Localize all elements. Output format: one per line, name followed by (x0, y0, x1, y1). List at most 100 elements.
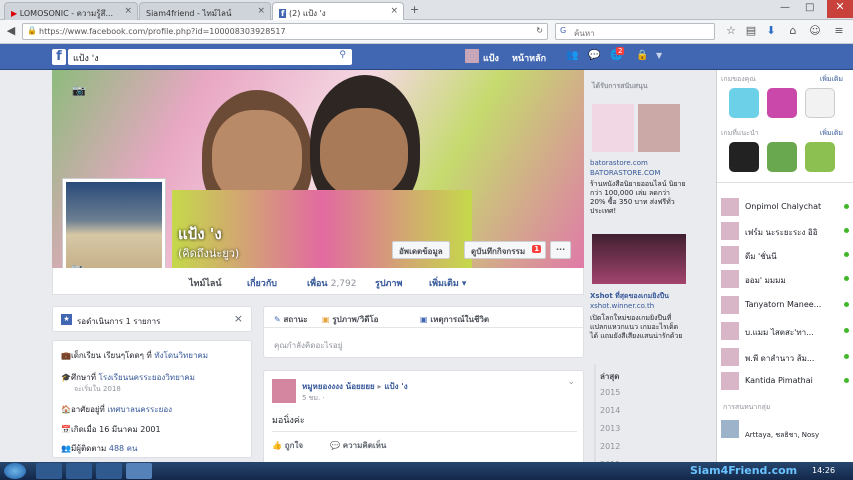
more-options-button[interactable]: ··· (550, 241, 572, 259)
maximize-icon[interactable]: □ (805, 2, 814, 13)
new-tab-icon[interactable]: + (410, 3, 419, 16)
game-tictactoe-icon[interactable] (805, 88, 835, 118)
game-suggest-icon[interactable] (805, 142, 835, 172)
chat-icon[interactable]: ☺ (808, 24, 822, 38)
chat-contact[interactable]: ดีม 'ชั่นนี (721, 246, 849, 266)
tab-close-icon[interactable]: × (124, 6, 132, 16)
chat-contact[interactable]: เฟร์ม นะระยะระง อิอิ (721, 222, 849, 242)
ad1-title[interactable]: BATORASTORE.COM (590, 169, 686, 178)
back-icon[interactable]: ◀ (4, 24, 18, 38)
year-link[interactable]: 2014 (600, 406, 620, 415)
address-bar[interactable]: 🔒 https://www.facebook.com/profile.php?i… (22, 23, 548, 40)
composer-tab-label: สถานะ (283, 315, 308, 324)
messages-icon[interactable]: 💬 (588, 50, 600, 61)
tab-timeline[interactable]: ไทม์ไลน์ (189, 276, 222, 290)
chat-contact[interactable]: พ.พี ดาสำนาว ส้ม... (721, 348, 849, 368)
year-link[interactable]: 2015 (600, 388, 620, 397)
post-target[interactable]: แป้ง 'ง (384, 382, 407, 391)
like-button[interactable]: 👍 ถูกใจ (272, 439, 303, 452)
nav-profile-link[interactable]: แป้ง (483, 51, 499, 65)
close-window-icon[interactable]: ✕ (827, 0, 853, 18)
minimize-icon[interactable]: — (780, 2, 790, 13)
year-link[interactable]: 2013 (600, 424, 620, 433)
browser-tab-lomosonic[interactable]: ▶ LOMOSONIC - ความรู้สึ... × (4, 2, 138, 20)
activity-log-button[interactable]: ดูบันทึกกิจกรรม 1 (464, 241, 547, 259)
group-chat[interactable]: Arttaya, ชลธิชา, Nosy (721, 420, 849, 440)
clipboard-icon[interactable]: ▤ (744, 24, 758, 38)
game-agario-icon[interactable] (729, 88, 759, 118)
profile-picture[interactable]: 📷 (62, 178, 166, 282)
composer-tab-status[interactable]: ✎ สถานะ (274, 313, 307, 326)
chat-contact[interactable]: Onpimol Chalychat (721, 198, 849, 218)
close-icon[interactable]: × (234, 312, 243, 325)
intro-link[interactable]: เทศบาลนครระยอง (107, 405, 172, 414)
pending-items-box[interactable]: ★ รอดำเนินการ 1 รายการ × (52, 306, 252, 332)
ad1-domain[interactable]: batorastore.com (590, 159, 686, 168)
update-info-button[interactable]: อัพเดตข้อมูล (392, 241, 450, 259)
games-more-link[interactable]: เพิ่มเติม (820, 74, 843, 85)
intro-link[interactable]: โรงเรียนนครระยองวิทยาคม (99, 373, 195, 382)
game-touch-icon[interactable] (767, 88, 797, 118)
intro-link[interactable]: 488 คน (109, 444, 138, 453)
game-suggest-icon[interactable] (729, 142, 759, 172)
activity-log-label: ดูบันทึกกิจกรรม (471, 247, 526, 256)
composer-input[interactable]: คุณกำลังคิดอะไรอยู่ (274, 339, 342, 352)
firefox-taskbar-icon[interactable] (126, 463, 152, 479)
year-link[interactable]: 2012 (600, 442, 620, 451)
star-icon[interactable]: ☆ (724, 24, 738, 38)
tab-close-icon[interactable]: × (257, 6, 265, 16)
game-suggest-icon[interactable] (767, 142, 797, 172)
nav-home-link[interactable]: หน้าหลัก (512, 51, 546, 65)
friend-requests-icon[interactable]: 👥 (566, 50, 578, 61)
windows-start-icon[interactable] (4, 463, 26, 479)
tab-more[interactable]: เพิ่มเติม ▾ (429, 276, 466, 290)
year-link[interactable]: ล่าสุด (600, 370, 619, 383)
sponsored-header: ได้รับการสนับสนุน (592, 82, 648, 90)
clock[interactable]: 14:26 (812, 466, 835, 475)
tab-friends[interactable]: เพื่อน 2,792 (307, 276, 356, 290)
media-taskbar-icon[interactable] (96, 463, 122, 479)
download-icon[interactable]: ⬇ (764, 24, 778, 38)
search-icon[interactable]: ⚲ (339, 50, 346, 60)
post-time[interactable]: 5 ชม. · (302, 393, 325, 404)
home-icon[interactable]: ⌂ (786, 24, 800, 38)
reload-icon[interactable]: ↻ (536, 26, 543, 35)
pending-text: รอดำเนินการ 1 รายการ (77, 317, 161, 326)
ad-image[interactable] (592, 104, 634, 152)
tab-photos[interactable]: รูปภาพ (375, 276, 402, 290)
avatar[interactable] (465, 49, 479, 63)
chat-contact[interactable]: Kantida Pimathai (721, 372, 849, 392)
folder-taskbar-icon[interactable] (66, 463, 92, 479)
composer-tab-life-event[interactable]: ▣ เหตุการณ์ในชีวิต (420, 313, 489, 326)
tab-close-icon[interactable]: × (390, 6, 398, 16)
intro-text: ศึกษาที่ (71, 373, 99, 382)
browser-tab-siam4friend[interactable]: Siam4friend - ไทม์ไลน์ × (139, 2, 271, 20)
post-author[interactable]: หมูหยองงงง น้อยยยย (302, 382, 375, 391)
flag-icon: ▣ (420, 315, 428, 324)
profile-name[interactable]: แป้ง 'ง (178, 222, 222, 246)
suggested-more-link[interactable]: เพิ่มเติม (820, 128, 843, 139)
chat-contact[interactable]: Tanyatorn Manee... (721, 296, 849, 316)
composer-tab-photo[interactable]: ▣ รูปภาพ/วิดีโอ (322, 313, 378, 326)
chat-contact[interactable]: ออม' มมมม (721, 270, 849, 290)
chevron-down-icon[interactable]: ⌄ (567, 377, 575, 387)
account-menu-icon[interactable]: ▼ (656, 51, 662, 60)
browser-tab-bar: ▶ LOMOSONIC - ความรู้สึ... × Siam4friend … (0, 0, 853, 20)
ie-taskbar-icon[interactable] (36, 463, 62, 479)
avatar[interactable] (272, 379, 296, 403)
menu-icon[interactable]: ≡ (832, 24, 846, 38)
chat-contact[interactable]: บ.แมม ไสตสะ'ทา... (721, 322, 849, 342)
camera-icon[interactable]: 📷 (72, 84, 86, 97)
ad2-title[interactable]: Xshot ที่สุดของเกมยิงปืน (590, 292, 686, 301)
comment-button[interactable]: 💬 ความคิดเห็น (330, 439, 386, 452)
ad-image[interactable] (638, 104, 680, 152)
browser-search-input[interactable]: G ค้นหา (555, 23, 715, 40)
ad2-domain[interactable]: xshot.winner.co.th (590, 302, 686, 311)
tab-about[interactable]: เกี่ยวกับ (247, 276, 277, 290)
privacy-shortcuts-icon[interactable]: 🔒 (636, 50, 648, 61)
browser-tab-profile[interactable]: f (2) แป้ง 'ง × (272, 2, 404, 20)
ad-image[interactable] (592, 234, 686, 284)
facebook-logo-icon[interactable]: f (52, 49, 66, 65)
intro-link[interactable]: ทังโดนวิทยาคม (154, 351, 208, 360)
facebook-search-input[interactable]: แป้ง 'ง ⚲ (68, 49, 352, 65)
